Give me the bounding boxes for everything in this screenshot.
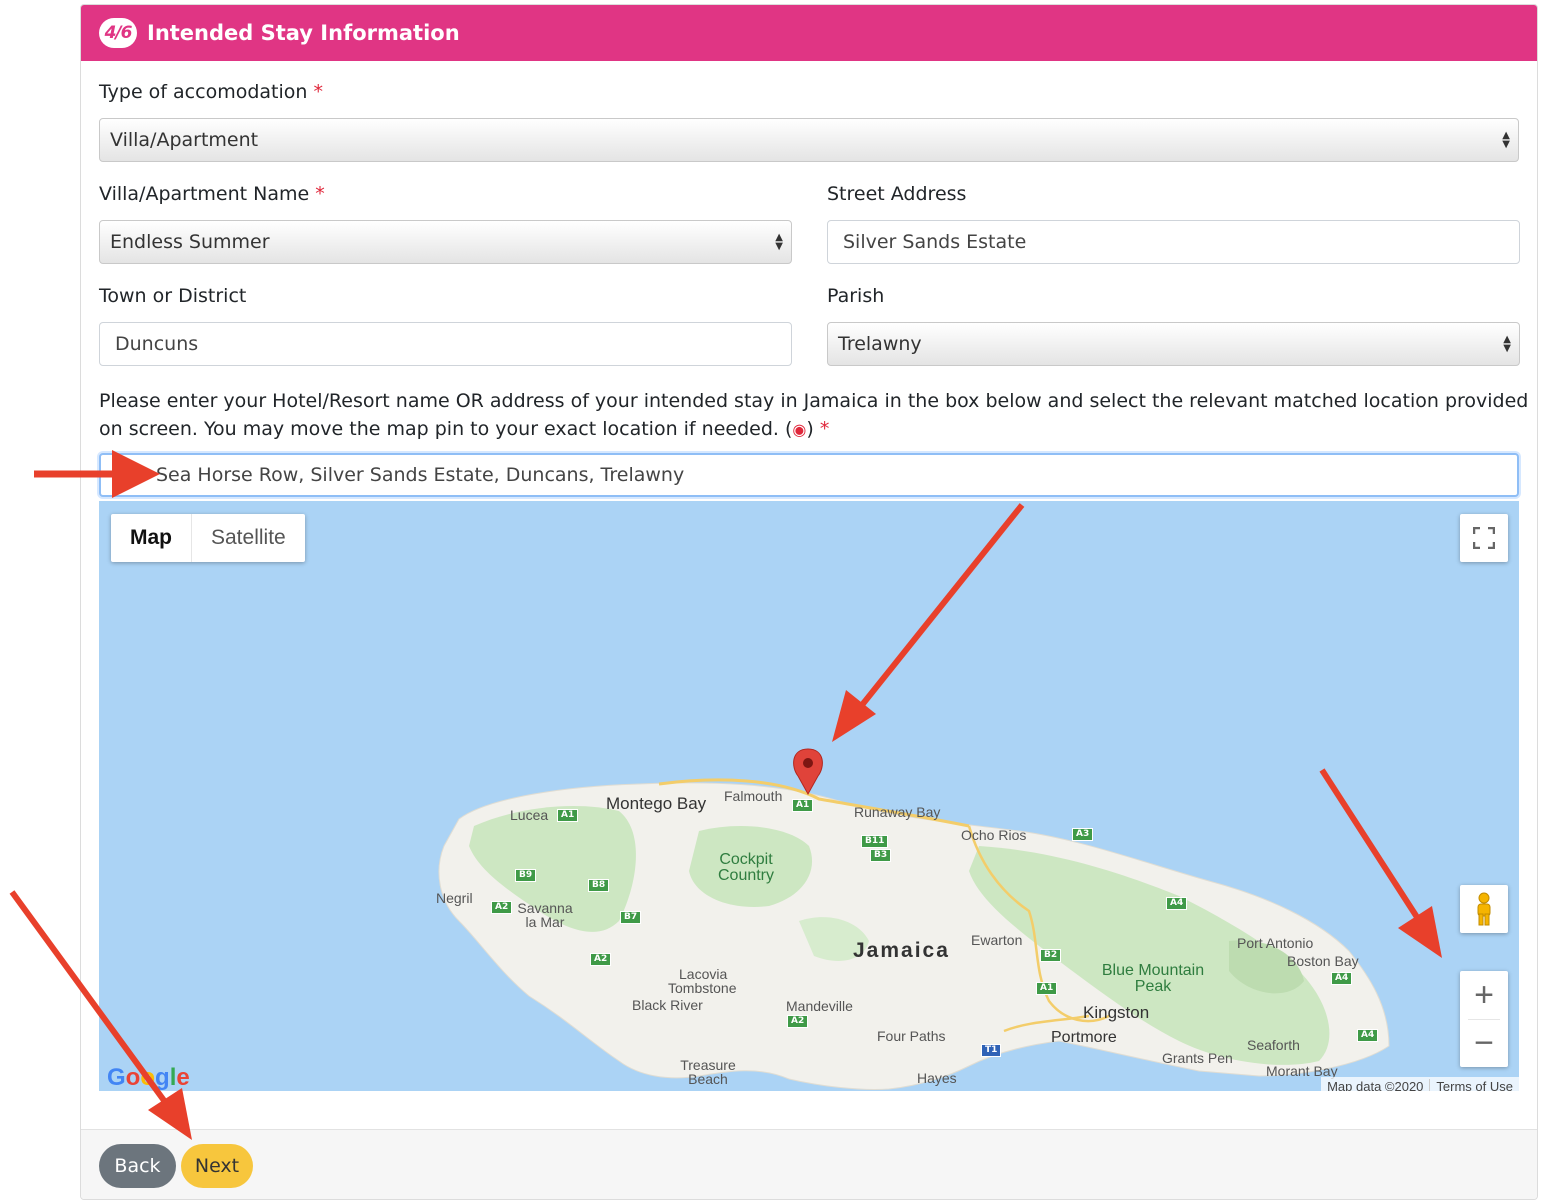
place-label: Montego Bay <box>606 794 707 813</box>
card-header: 4/6 Intended Stay Information <box>81 5 1537 61</box>
road-shield: A1 <box>557 809 579 822</box>
road-shield: B7 <box>620 911 642 924</box>
location-search-value: Sea Horse Row, Silver Sands Estate, Dunc… <box>156 464 685 486</box>
accommodation-type-select[interactable]: Villa/Apartment ▲ ▼ <box>99 118 1519 162</box>
place-label: Black River <box>632 997 703 1013</box>
section-title: Intended Stay Information <box>147 21 460 45</box>
intended-stay-card: 4/6 Intended Stay Information Type of ac… <box>80 4 1538 1200</box>
select-arrows-icon: ▲ ▼ <box>775 232 783 252</box>
place-label: Cockpit Country <box>717 851 775 884</box>
town-label: Town or District <box>99 285 247 307</box>
google-logo: Google <box>107 1064 190 1091</box>
place-label: Hayes <box>917 1070 957 1086</box>
place-label: Portmore <box>1051 1029 1117 1046</box>
place-label: Runaway Bay <box>854 804 941 820</box>
road-shield: A2 <box>491 901 513 914</box>
place-label: Blue Mountain Peak <box>1101 962 1205 995</box>
street-view-button[interactable] <box>1460 885 1508 933</box>
road-shield: A4 <box>1357 1029 1379 1042</box>
place-label: Negril <box>436 890 473 906</box>
back-button[interactable]: Back <box>99 1144 176 1188</box>
place-label: Falmouth <box>724 788 783 804</box>
instruction-end: ) <box>806 418 814 440</box>
street-address-value: Silver Sands Estate <box>843 231 1027 253</box>
select-arrows-icon: ▲ ▼ <box>1503 334 1511 354</box>
place-label: Mandeville <box>786 998 853 1014</box>
place-label: Boston Bay <box>1287 953 1359 969</box>
street-address-input[interactable]: Silver Sands Estate <box>827 220 1520 264</box>
villa-name-label: Villa/Apartment Name * <box>99 183 325 205</box>
next-button[interactable]: Next <box>181 1144 253 1188</box>
street-address-label: Street Address <box>827 183 967 205</box>
road-shield: B11 <box>861 835 889 848</box>
villa-name-value: Endless Summer <box>110 231 270 253</box>
accommodation-type-value: Villa/Apartment <box>110 129 259 151</box>
location-map[interactable]: Montego Bay Falmouth Lucea Runaway Bay O… <box>99 501 1519 1091</box>
road-shield: B8 <box>588 879 610 892</box>
required-mark: * <box>313 81 323 103</box>
place-label: Lucea <box>510 807 549 823</box>
road-shield: B2 <box>1040 949 1062 962</box>
location-pin <box>793 748 823 796</box>
place-label: Treasure Beach <box>680 1057 736 1087</box>
road-shield: B9 <box>515 869 537 882</box>
place-label: Grants Pen <box>1162 1050 1233 1066</box>
location-search-input[interactable]: Sea Horse Row, Silver Sands Estate, Dunc… <box>99 453 1519 497</box>
accommodation-type-label-text: Type of accomodation <box>99 81 308 103</box>
map-data-text: Map data ©2020 <box>1327 1078 1424 1092</box>
step-badge: 4/6 <box>99 18 137 48</box>
terms-of-use-link[interactable]: Terms of Use <box>1429 1078 1519 1091</box>
place-label: Tombstone <box>668 980 737 996</box>
map-attribution: Map data ©2020 Terms of Use <box>1321 1077 1519 1091</box>
road-shield: A3 <box>1072 828 1094 841</box>
map-type-control: Map Satellite <box>111 514 305 562</box>
zoom-out-button[interactable]: − <box>1460 1019 1508 1067</box>
villa-name-select[interactable]: Endless Summer ▲ ▼ <box>99 220 792 264</box>
fullscreen-button[interactable] <box>1460 514 1508 562</box>
parish-value: Trelawny <box>838 333 922 355</box>
parish-label: Parish <box>827 285 885 307</box>
place-label: Ocho Rios <box>961 827 1027 843</box>
map-type-satellite-button[interactable]: Satellite <box>192 514 305 562</box>
road-shield: A4 <box>1331 972 1353 985</box>
location-instruction: Please enter your Hotel/Resort name OR a… <box>99 387 1529 444</box>
map-type-map-button[interactable]: Map <box>111 514 192 562</box>
place-label: Kingston <box>1083 1003 1150 1022</box>
road-shield: T1 <box>981 1044 1002 1057</box>
street-view-pegman-icon <box>1477 892 1491 926</box>
required-mark: * <box>315 183 325 205</box>
select-arrows-icon: ▲ ▼ <box>1502 130 1510 150</box>
map-pin-icon: ◉ <box>792 420 807 439</box>
town-value: Duncuns <box>115 333 199 355</box>
place-label: Seaforth <box>1247 1037 1300 1053</box>
road-shield: A4 <box>1166 897 1188 910</box>
place-label: Savanna la Mar <box>517 900 573 930</box>
villa-name-label-text: Villa/Apartment Name <box>99 183 310 205</box>
country-label: Jamaica <box>853 939 950 962</box>
zoom-control: + − <box>1460 971 1508 1067</box>
zoom-in-button[interactable]: + <box>1460 971 1508 1019</box>
place-label: Ewarton <box>971 932 1023 948</box>
road-shield: A2 <box>787 1015 809 1028</box>
instruction-text: Please enter your Hotel/Resort name OR a… <box>99 390 1529 440</box>
fullscreen-icon <box>1473 527 1495 549</box>
required-mark: * <box>819 418 830 440</box>
road-shield: A2 <box>590 953 612 966</box>
place-label: Port Antonio <box>1237 935 1314 951</box>
accommodation-type-label: Type of accomodation * <box>99 81 323 103</box>
road-shield: A1 <box>792 799 814 812</box>
road-shield: B3 <box>870 849 892 862</box>
parish-select[interactable]: Trelawny ▲ ▼ <box>827 322 1520 366</box>
road-shield: A1 <box>1036 982 1058 995</box>
town-input[interactable]: Duncuns <box>99 322 792 366</box>
card-footer: Back Next <box>81 1129 1537 1199</box>
place-label: Four Paths <box>877 1028 946 1044</box>
